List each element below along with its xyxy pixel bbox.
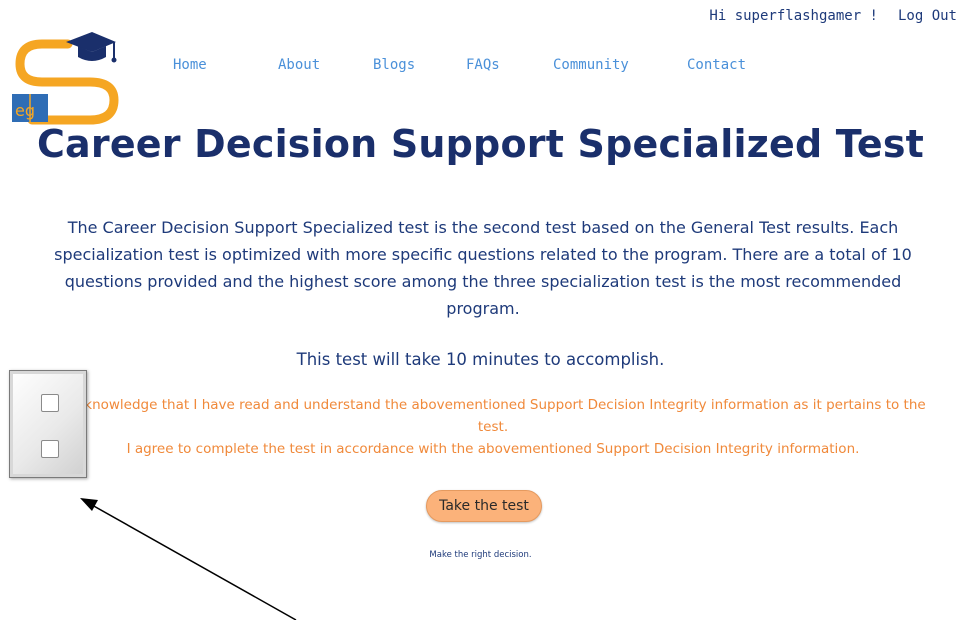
acknowledgement-line-2: I agree to complete the test in accordan…	[126, 441, 860, 457]
nav-faqs[interactable]: FAQs	[466, 57, 500, 73]
acknowledgement-line-1: I acknowledge that I have read and under…	[60, 397, 926, 435]
test-description: The Career Decision Support Specialized …	[54, 218, 912, 318]
take-test-button[interactable]: Take the test	[426, 490, 542, 522]
nav-home[interactable]: Home	[173, 57, 207, 73]
page-title: Career Decision Support Specialized Test	[36, 122, 925, 166]
acknowledgement-checkbox-panel	[9, 370, 87, 478]
site-logo[interactable]: eg	[10, 30, 122, 126]
nav-about[interactable]: About	[278, 57, 320, 73]
tagline: Make the right decision.	[429, 550, 532, 560]
logo-letters: eg	[15, 101, 35, 120]
page: Hi superflashgamer ! Log Out eg Home Abo…	[0, 0, 961, 620]
main-nav: Home About Blogs FAQs Community Contact	[0, 57, 961, 77]
nav-community[interactable]: Community	[553, 57, 629, 73]
eg-graduation-logo-icon: eg	[12, 32, 119, 125]
agree-checkbox[interactable]	[41, 440, 59, 458]
nav-contact[interactable]: Contact	[687, 57, 746, 73]
test-duration: This test will take 10 minutes to accomp…	[296, 350, 665, 369]
acknowledgement-text: I acknowledge that I have read and under…	[60, 394, 926, 460]
logout-link[interactable]: Log Out	[898, 8, 957, 24]
acknowledge-checkbox[interactable]	[41, 394, 59, 412]
nav-blogs[interactable]: Blogs	[373, 57, 415, 73]
user-greeting: Hi superflashgamer !	[709, 8, 878, 24]
user-bar: Hi superflashgamer ! Log Out	[709, 8, 957, 24]
